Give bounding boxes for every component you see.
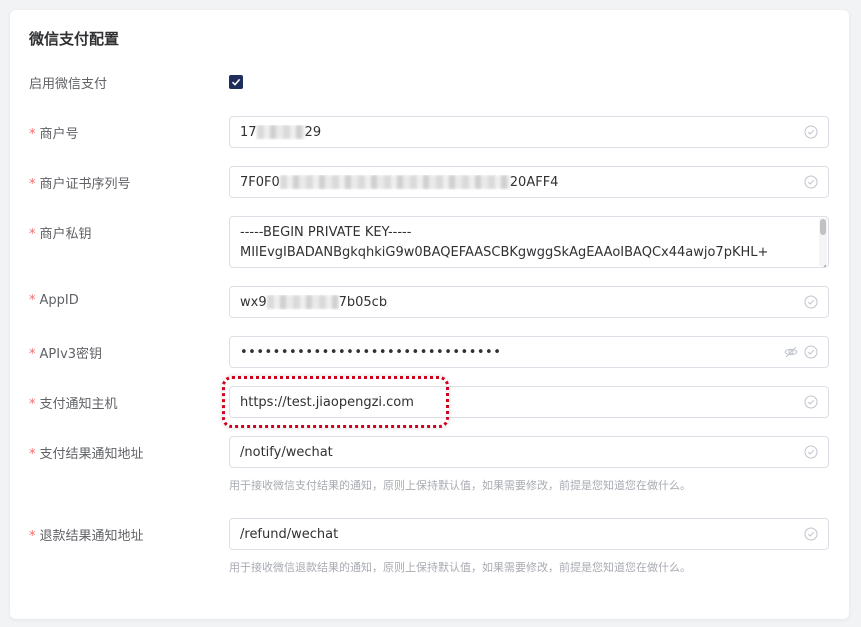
resize-grip-icon[interactable] (819, 258, 827, 267)
redacted-blur (266, 295, 339, 309)
notify-host-label: * 支付通知主机 (29, 397, 118, 412)
notify-host-input[interactable]: https://test.jiaopengzi.com (229, 386, 829, 418)
apiv3-key-label: * APIv3密钥 (29, 347, 103, 362)
private-key-label: * 商户私钥 (29, 227, 92, 242)
refund-notify-url-label: * 退款结果通知地址 (29, 529, 144, 544)
check-icon (231, 78, 241, 86)
private-key-line-2: MIIEvgIBADANBgkqhkiG9w0BAQEFAASCBKgwggSk… (240, 245, 769, 260)
valid-check-icon (804, 445, 818, 459)
enable-checkbox[interactable] (229, 75, 243, 89)
valid-check-icon (804, 395, 818, 409)
panel-title: 微信支付配置 (29, 30, 120, 48)
private-key-line-1: -----BEGIN PRIVATE KEY----- (240, 225, 412, 240)
refund-notify-url-help: 用于接收微信退款结果的通知，原则上保持默认值，如果需要修改，前提是您知道您在做什… (229, 561, 691, 574)
apiv3-key-input[interactable]: •••••••••••••••••••••••••••••••• (229, 336, 829, 368)
required-mark: * (29, 127, 36, 142)
appid-input[interactable]: wx9 7b05cb (229, 286, 829, 318)
valid-check-icon (804, 125, 818, 139)
merchant-id-label: * 商户号 (29, 127, 79, 142)
valid-check-icon (804, 175, 818, 189)
refund-notify-url-value: /refund/wechat (240, 526, 339, 542)
valid-check-icon (804, 527, 818, 541)
cert-serial-input[interactable]: 7F0F0 20AFF4 (229, 166, 829, 198)
cert-serial-label: * 商户证书序列号 (29, 177, 131, 192)
pay-notify-url-input[interactable]: /notify/wechat (229, 436, 829, 468)
pay-notify-url-label: * 支付结果通知地址 (29, 447, 144, 462)
redacted-blur (279, 175, 510, 189)
appid-label: * AppID (29, 293, 79, 308)
valid-check-icon (804, 345, 818, 359)
pay-notify-url-value: /notify/wechat (240, 444, 333, 460)
valid-check-icon (804, 295, 818, 309)
apiv3-key-masked-value: •••••••••••••••••••••••••••••••• (240, 344, 502, 360)
wechat-pay-config-panel: 微信支付配置 启用微信支付 * 商户号 17 29 * 商户证书序列号 7F0F0 20… (10, 10, 849, 619)
private-key-textarea[interactable]: -----BEGIN PRIVATE KEY----- MIIEvgIBADAN… (229, 216, 829, 268)
notify-host-value: https://test.jiaopengzi.com (240, 394, 414, 410)
redacted-blur (256, 125, 305, 139)
refund-notify-url-input[interactable]: /refund/wechat (229, 518, 829, 550)
enable-label: 启用微信支付 (29, 77, 108, 92)
pay-notify-url-help: 用于接收微信支付结果的通知，原则上保持默认值，如果需要修改，前提是您知道您在做什… (229, 479, 691, 492)
merchant-id-input[interactable]: 17 29 (229, 116, 829, 148)
eye-off-icon[interactable] (784, 345, 798, 359)
